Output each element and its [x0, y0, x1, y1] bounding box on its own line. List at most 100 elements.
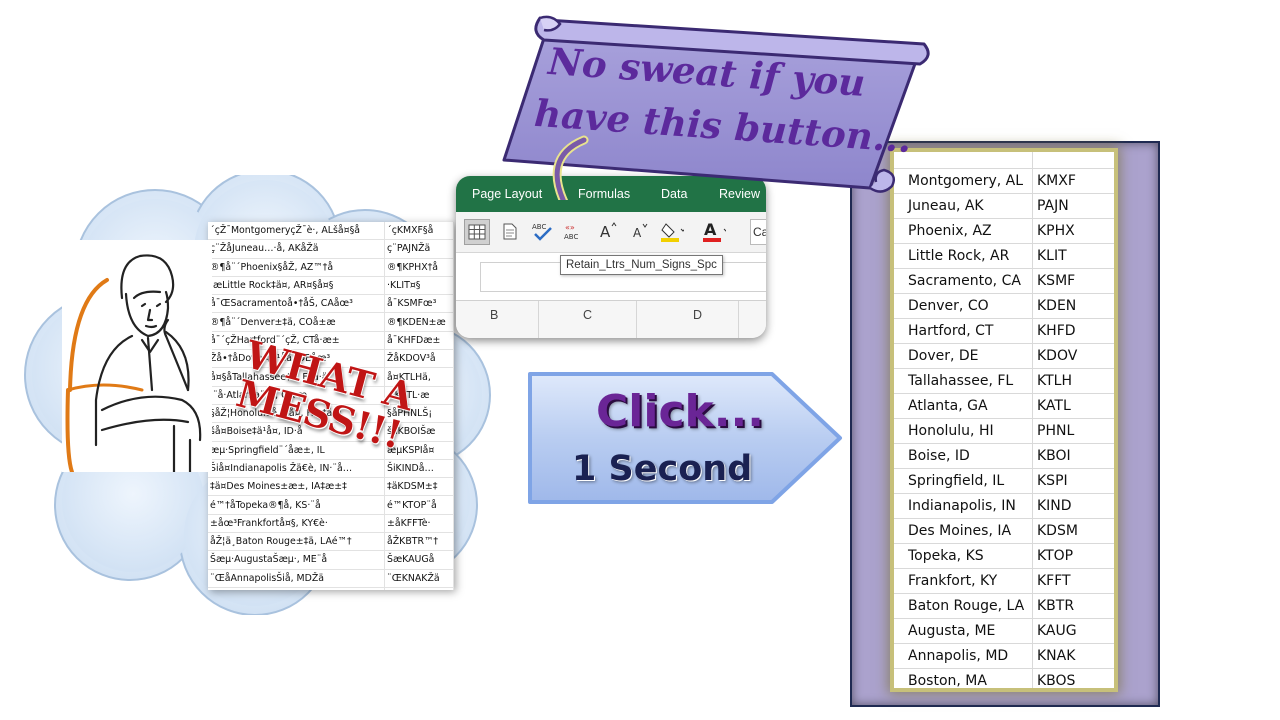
- font-color-icon[interactable]: A: [702, 219, 726, 243]
- city-state-cell[interactable]: Sacramento, CA: [894, 268, 1033, 294]
- messy-code-cell[interactable]: ŽåKDOV³å: [384, 349, 454, 369]
- airport-code-cell[interactable]: KSMF: [1032, 268, 1114, 294]
- result-row: Sacramento, CA KSMF: [894, 268, 1114, 294]
- column-header-c[interactable]: C: [583, 308, 592, 322]
- city-state-cell[interactable]: Phoenix, AZ: [894, 218, 1033, 244]
- spelling-check-icon[interactable]: ABC: [530, 219, 554, 243]
- messy-code-cell[interactable]: å¯KSMFœ³: [384, 294, 454, 314]
- airport-code-cell[interactable]: KBOS: [1032, 668, 1114, 688]
- city-state-cell[interactable]: Honolulu, HI: [894, 418, 1033, 444]
- airport-code-cell[interactable]: PHNL: [1032, 418, 1114, 444]
- messy-code-cell[interactable]: §åPHNLŠ¡: [384, 404, 454, 424]
- font-increase-icon[interactable]: A: [596, 219, 620, 243]
- result-row: Frankfort, KY KFFT: [894, 568, 1114, 594]
- city-state-cell[interactable]: Springfield, IL: [894, 468, 1033, 494]
- messy-code-cell[interactable]: ±åKFFTè·: [384, 514, 454, 534]
- messy-code-cell[interactable]: æµKSPIå¤: [384, 441, 454, 460]
- city-state-cell[interactable]: Boston, MA: [894, 668, 1033, 688]
- airport-code-cell[interactable]: KSPI: [1032, 468, 1114, 494]
- messy-code-cell[interactable]: å¯KHFDæ±: [384, 331, 454, 351]
- messy-city-cell[interactable]: ‡ä¤Des Moines±æ±, IA‡æ±‡: [208, 477, 385, 497]
- font-decrease-icon[interactable]: A: [628, 219, 652, 243]
- messy-city-cell[interactable]: ®¶å¨´Phoenix§åŽ, AZ™†å: [208, 258, 385, 277]
- messy-city-cell[interactable]: ·æLittle Rock‡ä¤, AR¤§å¤§: [208, 276, 385, 296]
- airport-code-cell[interactable]: KMXF: [1032, 168, 1114, 194]
- one-second-label: 1 Second: [572, 449, 753, 489]
- result-row: Denver, CO KDEN: [894, 293, 1114, 319]
- airport-code-cell[interactable]: KDEN: [1032, 293, 1114, 319]
- messy-city-cell[interactable]: šå¤Boise‡ä¹å¤, ID·å: [208, 422, 385, 442]
- messy-city-cell[interactable]: ®¶å¨´Denver±‡ä, COå±æ: [208, 312, 385, 332]
- messy-city-cell[interactable]: §åŽ¦Honoluluå Šiå¤, HI•†åŠ¡: [208, 404, 385, 424]
- messy-city-cell[interactable]: ·¨å·Atlanta¨´ä, GA·æ: [208, 386, 385, 405]
- messy-city-cell[interactable]: Šæµ·AugustaŠæµ·, ME¨å: [208, 550, 385, 570]
- messy-code-cell[interactable]: ŠæKAUGå: [384, 550, 454, 570]
- city-state-cell[interactable]: Topeka, KS: [894, 543, 1033, 569]
- messy-city-cell[interactable]: åŽ¦ä¸Baton Rouge±‡ä, LAé™†: [208, 532, 385, 552]
- column-header-b[interactable]: B: [490, 308, 498, 322]
- result-row: Tallahassee, FL KTLH: [894, 368, 1114, 394]
- city-state-cell[interactable]: Indianapolis, IN: [894, 493, 1033, 519]
- column-header-d[interactable]: D: [693, 308, 702, 322]
- messy-city-cell[interactable]: å¤§åTallahassee†å, FLå·ä,: [208, 367, 385, 387]
- messy-code-cell[interactable]: Ž¨KBOSé™: [384, 587, 454, 590]
- messy-city-cell[interactable]: å¯ŒSacramentoå•†åŠ, CAåœ³: [208, 294, 385, 314]
- city-state-cell[interactable]: Boise, ID: [894, 443, 1033, 469]
- airport-code-cell[interactable]: KTLH: [1032, 368, 1114, 394]
- city-state-cell[interactable]: Frankfort, KY: [894, 568, 1033, 594]
- city-state-cell[interactable]: Annapolis, MD: [894, 643, 1033, 669]
- city-state-cell[interactable]: Augusta, ME: [894, 618, 1033, 644]
- messy-city-cell[interactable]: é™†åTopeka®¶å, KS·¨å: [208, 495, 385, 515]
- airport-code-cell[interactable]: PAJN: [1032, 193, 1114, 219]
- airport-code-cell[interactable]: KLIT: [1032, 243, 1114, 269]
- custom-macro-icon[interactable]: «» ABC: [562, 219, 586, 243]
- airport-code-cell[interactable]: KIND: [1032, 493, 1114, 519]
- city-state-cell[interactable]: Tallahassee, FL: [894, 368, 1033, 394]
- font-name-box[interactable]: Ca: [750, 219, 766, 245]
- messy-code-cell[interactable]: ·KLIT¤§: [384, 276, 454, 296]
- messy-city-cell[interactable]: Ž¨è·Boston‡ä¤§, MAµ·é™: [208, 587, 385, 590]
- messy-code-cell[interactable]: ç¨PAJNŽä: [384, 239, 454, 259]
- result-row: Dover, DE KDOV: [894, 343, 1114, 369]
- messy-code-cell[interactable]: ®¶KPHX†å: [384, 258, 454, 277]
- airport-code-cell[interactable]: KNAK: [1032, 643, 1114, 669]
- messy-city-cell[interactable]: ´çŽ¯Montgomeryç­Ž¯è·, ALšå¤§å: [208, 222, 385, 241]
- messy-code-cell[interactable]: ´çKMXF§å: [384, 222, 454, 241]
- airport-code-cell[interactable]: KATL: [1032, 393, 1114, 419]
- messy-code-cell[interactable]: ‡äKDSM±‡: [384, 477, 454, 497]
- airport-code-cell[interactable]: KBTR: [1032, 593, 1114, 619]
- messy-code-cell[interactable]: ·¨KATL·æ: [384, 386, 454, 405]
- messy-city-cell[interactable]: Žå•†åDover‡ä¹åä, DEåœ³: [208, 349, 385, 369]
- messy-code-cell[interactable]: å¤KTLHä,: [384, 367, 454, 387]
- messy-code-cell[interactable]: åŽKBTR™†: [384, 532, 454, 552]
- messy-code-cell[interactable]: é™KTOP¨å: [384, 495, 454, 515]
- messy-city-cell[interactable]: ±åœ³Frankfortå¤§, KY€è·: [208, 514, 385, 534]
- city-state-cell[interactable]: Baton Rouge, LA: [894, 593, 1033, 619]
- airport-code-cell[interactable]: KDSM: [1032, 518, 1114, 544]
- city-state-cell[interactable]: Atlanta, GA: [894, 393, 1033, 419]
- fill-color-icon[interactable]: [660, 219, 684, 243]
- airport-code-cell[interactable]: KHFD: [1032, 318, 1114, 344]
- messy-city-cell[interactable]: å¯´çŽHartford¨´çŽ, CTå·æ±: [208, 331, 385, 351]
- airport-code-cell[interactable]: KPHX: [1032, 218, 1114, 244]
- messy-code-cell[interactable]: ŠiKINDå…: [384, 459, 454, 479]
- city-state-cell[interactable]: Des Moines, IA: [894, 518, 1033, 544]
- messy-city-cell[interactable]: ç¨ŽåJuneau…·å, AKåŽä: [208, 239, 385, 259]
- airport-code-cell[interactable]: KBOI: [1032, 443, 1114, 469]
- messy-city-cell[interactable]: Šiå¤Indianapolis Žä€è, IN·¨å…: [208, 459, 385, 479]
- airport-code-cell[interactable]: KAUG: [1032, 618, 1114, 644]
- airport-code-cell[interactable]: KDOV: [1032, 343, 1114, 369]
- messy-city-cell[interactable]: ¨ŒåAnnapolisŠiå, MDŽä: [208, 569, 385, 588]
- messy-code-cell[interactable]: šåKBOIŠæ: [384, 422, 454, 442]
- gridlines-icon[interactable]: [464, 219, 490, 245]
- messy-city-cell[interactable]: æµ·Springfield¨´åæ±, IL: [208, 441, 385, 460]
- city-state-cell[interactable]: Little Rock, AR: [894, 243, 1033, 269]
- messy-code-cell[interactable]: ®¶KDEN±æ: [384, 312, 454, 332]
- messy-code-cell[interactable]: ¨ŒKNAKŽä: [384, 569, 454, 588]
- page-icon[interactable]: [498, 219, 522, 243]
- airport-code-cell[interactable]: KTOP: [1032, 543, 1114, 569]
- city-state-cell[interactable]: Denver, CO: [894, 293, 1033, 319]
- airport-code-cell[interactable]: KFFT: [1032, 568, 1114, 594]
- city-state-cell[interactable]: Dover, DE: [894, 343, 1033, 369]
- city-state-cell[interactable]: Hartford, CT: [894, 318, 1033, 344]
